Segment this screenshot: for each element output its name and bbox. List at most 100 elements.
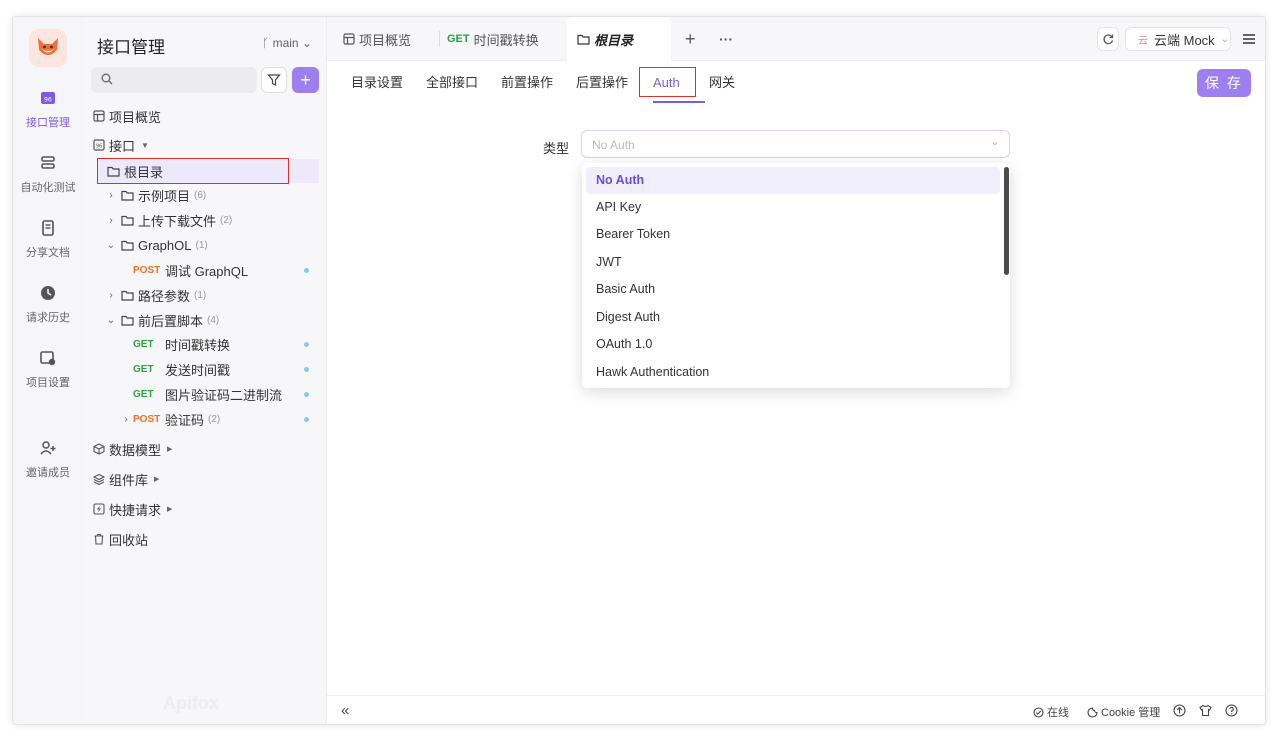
save-button[interactable]: 保 存 — [1197, 69, 1251, 97]
subtab-all-apis[interactable]: 全部接口 — [426, 61, 478, 105]
tab-label: 时间戳转换 — [473, 32, 539, 48]
rail-item-share[interactable]: 分享文档 — [13, 219, 83, 260]
tree-item-graphql-request[interactable]: POST 调试 GraphQL — [83, 258, 327, 282]
share-doc-icon — [42, 220, 54, 236]
chevron-right-icon: › — [124, 413, 128, 425]
app-logo[interactable] — [29, 29, 67, 67]
subtab-gateway[interactable]: 网关 — [709, 61, 735, 105]
cookie-manager[interactable]: Cookie 管理 — [1087, 704, 1160, 720]
tree-label: 示例项目 — [138, 188, 191, 204]
method-badge: GET — [447, 33, 470, 45]
branch-selector[interactable]: ᚴ main ⌄ — [262, 36, 312, 50]
api-icon: 96 — [93, 139, 105, 151]
chevron-down-icon: ⌄ — [106, 314, 116, 326]
tree-label: 路径参数 — [138, 288, 191, 304]
shirt-icon — [1199, 704, 1212, 717]
subtab-post-processors[interactable]: 后置操作 — [576, 61, 628, 105]
api-tree-sidebar: 接口管理 ᚴ main ⌄ + 项目概览 96 接口 ▼ 根目录 › 示例项目 … — [83, 17, 327, 724]
rail-label: 自动化测试 — [20, 182, 76, 194]
collapse-sidebar-button[interactable]: « — [341, 702, 349, 719]
tree-item-upload[interactable]: › 上传下载文件 (2) — [83, 208, 327, 232]
refresh-button[interactable] — [1097, 27, 1119, 51]
branch-icon: ᚴ — [262, 36, 270, 50]
rail-item-history[interactable]: 请求历史 — [13, 284, 83, 325]
tree-item-path-params[interactable]: › 路径参数 (1) — [83, 283, 327, 307]
auth-type-dropdown: No Auth API Key Bearer Token JWT Basic A… — [582, 163, 1010, 388]
dropdown-scrollbar[interactable] — [1004, 167, 1009, 275]
tree-item-overview[interactable]: 项目概览 — [83, 104, 327, 128]
main-panel: 项目概览 GET 时间戳转换 根目录 + ··· 云 云端 Mock ⌄ 目录设… — [327, 17, 1265, 724]
help-button[interactable] — [1225, 704, 1238, 717]
folder-icon — [121, 190, 134, 201]
caret-right-icon: ▶ — [167, 506, 173, 513]
tree-item-api[interactable]: 96 接口 ▼ — [83, 133, 327, 157]
dropdown-option-bearer-token[interactable]: Bearer Token — [586, 221, 1000, 248]
tree-item-script-3[interactable]: GET 图片验证码二进制流 — [83, 382, 327, 406]
tree-item-script-2[interactable]: GET 发送时间戳 — [83, 357, 327, 381]
tree-item-script-1[interactable]: GET 时间戳转换 — [83, 332, 327, 356]
tree-item-quick-request[interactable]: 快捷请求 ▶ — [83, 497, 327, 521]
icon-rail: 96 接口管理 自动化测试 分享文档 请求历史 项目设置 邀请成员 — [13, 17, 83, 724]
rail-item-settings[interactable]: 项目设置 — [13, 349, 83, 390]
refresh-icon — [1103, 34, 1114, 45]
tree-count: (1) — [194, 289, 207, 301]
tree-label: 上传下载文件 — [138, 213, 217, 229]
chevron-down-icon: ⌄ — [1220, 33, 1230, 45]
tree-item-script-4[interactable]: › POST 验证码 (2) — [83, 407, 327, 431]
tree-item-graphql[interactable]: ⌄ GraphOL (1) — [83, 233, 327, 257]
tab-root[interactable]: 根目录 — [567, 17, 671, 61]
new-tab-button[interactable]: + — [685, 17, 696, 61]
rail-item-automation[interactable]: 自动化测试 — [13, 154, 83, 195]
tree-item-scripts[interactable]: ⌄ 前后置脚本 (4) — [83, 308, 327, 332]
tree-item-trash[interactable]: 回收站 — [83, 527, 327, 551]
dropdown-option-oauth1[interactable]: OAuth 1.0 — [586, 331, 1000, 358]
status-dot — [304, 367, 309, 372]
subtab-folder-settings[interactable]: 目录设置 — [351, 61, 403, 105]
upload-button[interactable] — [1173, 704, 1186, 717]
tree-item-components[interactable]: 组件库 ▶ — [83, 467, 327, 491]
add-button[interactable]: + — [292, 67, 319, 93]
invite-icon — [40, 441, 56, 455]
rail-label: 接口管理 — [26, 117, 70, 129]
auth-type-select[interactable]: No Auth ⌄ — [581, 130, 1010, 158]
dropdown-option-basic-auth[interactable]: Basic Auth — [586, 276, 1000, 303]
help-icon — [1225, 704, 1238, 717]
tree-item-example[interactable]: › 示例项目 (6) — [83, 183, 327, 207]
dropdown-option-api-key[interactable]: API Key — [586, 194, 1000, 221]
status-dot — [304, 392, 309, 397]
tab-bar: 项目概览 GET 时间戳转换 根目录 + ··· 云 云端 Mock ⌄ — [327, 17, 1265, 61]
rail-item-invite[interactable]: 邀请成员 — [13, 439, 83, 480]
subtab-pre-processors[interactable]: 前置操作 — [501, 61, 553, 105]
tab-timestamp[interactable]: GET 时间戳转换 — [447, 17, 539, 61]
svg-text:96: 96 — [96, 144, 102, 150]
rail-item-api[interactable]: 96 接口管理 — [13, 89, 83, 130]
chevron-down-icon: ⌄ — [301, 36, 312, 50]
tree-item-models[interactable]: 数据模型 ▶ — [83, 437, 327, 461]
tab-overview[interactable]: 项目概览 — [343, 17, 411, 61]
search-input[interactable] — [91, 67, 257, 93]
chevron-right-icon: › — [109, 289, 113, 301]
sidebar-title: 接口管理 — [97, 38, 165, 57]
dropdown-option-no-auth[interactable]: No Auth — [586, 167, 1000, 194]
apifox-watermark: Apifox — [163, 693, 219, 713]
environment-selector[interactable]: 云 云端 Mock ⌄ — [1125, 27, 1231, 51]
dropdown-option-hawk[interactable]: Hawk Authentication — [586, 359, 1000, 386]
status-dot — [304, 342, 309, 347]
chevron-down-icon: ⌄ — [106, 239, 116, 251]
method-badge: GET — [133, 338, 154, 350]
caret-right-icon: ▶ — [154, 476, 160, 483]
cookie-icon — [1087, 706, 1098, 718]
status-dot — [304, 417, 309, 422]
online-status[interactable]: 在线 — [1033, 704, 1069, 720]
dropdown-option-jwt[interactable]: JWT — [586, 249, 1000, 276]
folder-icon — [121, 240, 134, 251]
more-tabs-button[interactable]: ··· — [719, 17, 733, 61]
automation-icon — [41, 156, 55, 169]
tree-count: (2) — [220, 214, 233, 226]
theme-button[interactable] — [1199, 704, 1212, 717]
highlight-box-auth — [639, 67, 696, 97]
tree-label: 数据模型 — [109, 442, 162, 458]
filter-button[interactable] — [261, 67, 287, 93]
menu-button[interactable] — [1237, 27, 1261, 51]
dropdown-option-digest-auth[interactable]: Digest Auth — [586, 304, 1000, 331]
